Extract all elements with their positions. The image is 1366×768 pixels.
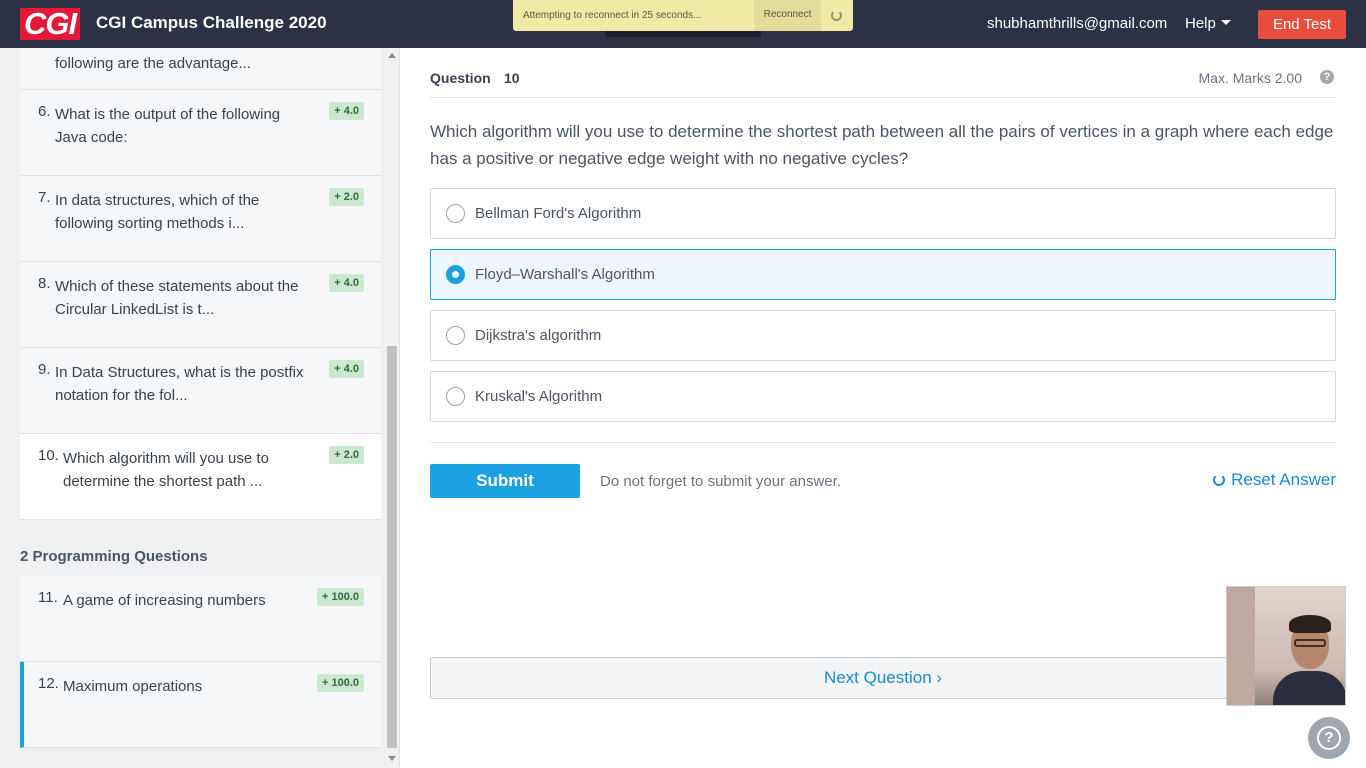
caret-down-icon xyxy=(1220,20,1231,25)
divider xyxy=(430,442,1336,443)
list-item[interactable]: 11. A game of increasing numbers + 100.0 xyxy=(20,576,381,662)
radio-button[interactable] xyxy=(446,204,465,223)
answer-option-dijkstra[interactable]: Dijkstra's algorithm xyxy=(430,310,1336,361)
marks-badge: + 2.0 xyxy=(329,188,364,206)
question-item-number: 12. xyxy=(38,675,59,692)
marks-badge: + 4.0 xyxy=(329,102,364,120)
question-item-number: 7. xyxy=(38,189,51,206)
logo-text: CGI xyxy=(20,8,81,40)
question-item-text: In data structures, which of the followi… xyxy=(55,192,260,232)
marks-badge: + 100.0 xyxy=(316,588,364,606)
question-item-number: 11. xyxy=(38,589,58,606)
list-item[interactable]: 8. Which of these statements about the C… xyxy=(20,262,381,348)
reconnect-notice: Attempting to reconnect in 25 seconds...… xyxy=(513,0,853,31)
question-help-icon[interactable]: ? xyxy=(1320,70,1334,84)
next-question-button[interactable]: Next Question › xyxy=(430,657,1336,699)
reset-answer-label: Reset Answer xyxy=(1231,470,1336,489)
radio-button-selected[interactable] xyxy=(446,265,465,284)
option-label: Bellman Ford's Algorithm xyxy=(475,205,642,222)
app-title: CGI Campus Challenge 2020 xyxy=(96,13,327,32)
marks-badge: + 4.0 xyxy=(329,274,364,292)
answer-option-bellman-ford[interactable]: Bellman Ford's Algorithm xyxy=(430,188,1336,239)
user-email: shubhamthrills@gmail.com xyxy=(987,15,1168,32)
option-label: Dijkstra's algorithm xyxy=(475,327,602,344)
list-item[interactable]: following are the advantage... xyxy=(20,48,381,90)
webcam-door xyxy=(1227,587,1255,705)
cgi-logo: CGI xyxy=(20,8,86,40)
question-panel: Question 10 Max. Marks 2.00 ? Which algo… xyxy=(400,48,1366,768)
top-bar: CGI CGI Campus Challenge 2020 Attempting… xyxy=(0,0,1366,48)
question-item-text: Maximum operations xyxy=(63,678,203,695)
question-item-number: 6. xyxy=(38,103,51,120)
reconnect-button[interactable]: Reconnect xyxy=(754,0,821,31)
webcam-preview xyxy=(1226,586,1346,706)
list-item[interactable]: 9. In Data Structures, what is the postf… xyxy=(20,348,381,434)
question-number: 10 xyxy=(504,70,520,86)
option-label: Kruskal's Algorithm xyxy=(475,388,603,405)
question-item-text: A game of increasing numbers xyxy=(63,592,266,609)
question-item-text: What is the output of the following Java… xyxy=(55,106,281,146)
reset-answer-button[interactable]: Reset Answer xyxy=(1213,470,1336,490)
question-text: Which algorithm will you use to determin… xyxy=(430,122,1334,168)
scroll-up-arrow-icon[interactable] xyxy=(388,53,396,58)
notice-shadow-strip xyxy=(605,31,761,37)
radio-button[interactable] xyxy=(446,326,465,345)
list-item[interactable]: 6. What is the output of the following J… xyxy=(20,90,381,176)
question-item-text: Which algorithm will you use to determin… xyxy=(63,450,269,490)
sidebar-scrollbar[interactable] xyxy=(385,48,399,768)
marks-badge: + 2.0 xyxy=(329,446,364,464)
reset-icon xyxy=(1213,474,1226,486)
help-fab-glyph: ? xyxy=(1317,726,1341,750)
webcam-person-glasses xyxy=(1294,639,1326,647)
loading-spinner-icon xyxy=(831,10,842,21)
end-test-button[interactable]: End Test xyxy=(1258,10,1346,39)
question-item-number: 8. xyxy=(38,275,51,292)
list-item[interactable]: 12. Maximum operations + 100.0 xyxy=(20,662,381,748)
reconnect-message: Attempting to reconnect in 25 seconds... xyxy=(523,10,702,21)
radio-button[interactable] xyxy=(446,387,465,406)
programming-section-title: 2 Programming Questions xyxy=(20,548,208,565)
question-header: Question 10 Max. Marks 2.00 ? xyxy=(430,68,1336,98)
question-item-text: In Data Structures, what is the postfix … xyxy=(55,364,304,404)
marks-badge: + 100.0 xyxy=(316,674,364,692)
question-item-text: Which of these statements about the Circ… xyxy=(55,278,299,318)
max-marks: Max. Marks 2.00 xyxy=(1198,70,1302,86)
help-menu-label: Help xyxy=(1185,15,1216,32)
list-item-current[interactable]: 10. Which algorithm will you use to dete… xyxy=(20,434,381,520)
question-label: Question xyxy=(430,70,491,86)
question-sidebar: following are the advantage... 6. What i… xyxy=(0,48,400,768)
marks-badge: + 4.0 xyxy=(329,360,364,378)
list-item[interactable]: 7. In data structures, which of the foll… xyxy=(20,176,381,262)
answer-option-floyd-warshall[interactable]: Floyd–Warshall's Algorithm xyxy=(430,249,1336,300)
question-item-number: 10. xyxy=(38,447,59,464)
question-item-text: following are the advantage... xyxy=(55,55,251,72)
submit-button[interactable]: Submit xyxy=(430,464,580,498)
webcam-person-body xyxy=(1273,671,1345,705)
help-menu[interactable]: Help xyxy=(1185,15,1231,32)
option-label: Floyd–Warshall's Algorithm xyxy=(475,266,655,283)
webcam-person-hair xyxy=(1289,615,1331,633)
answer-option-kruskal[interactable]: Kruskal's Algorithm xyxy=(430,371,1336,422)
scroll-down-arrow-icon[interactable] xyxy=(388,756,396,761)
help-circle-icon[interactable]: ? xyxy=(1308,717,1350,759)
question-item-number: 9. xyxy=(38,361,51,378)
scrollbar-thumb[interactable] xyxy=(387,346,397,748)
submit-note: Do not forget to submit your answer. xyxy=(600,473,841,490)
